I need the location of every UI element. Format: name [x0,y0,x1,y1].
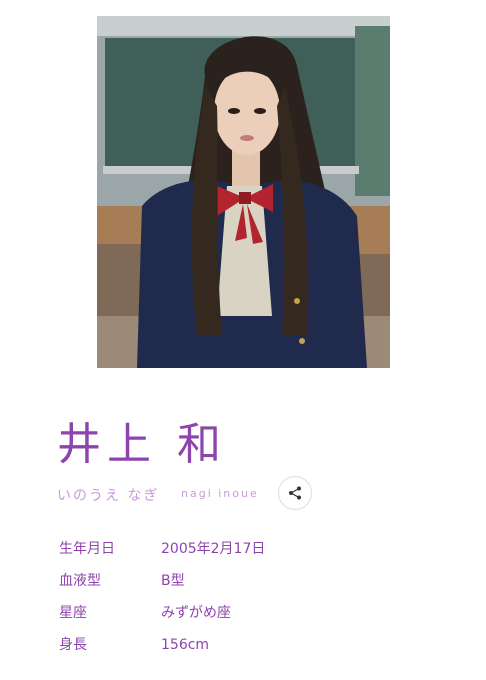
share-button[interactable] [278,476,312,510]
profile-photo [97,16,390,368]
share-icon [289,486,301,500]
profile-details: 生年月日 2005年2月17日 血液型 B型 星座 みずがめ座 身長 156cm [59,538,439,666]
profile-row-height: 身長 156cm [59,634,439,666]
height-label: 身長 [59,637,87,653]
profile-row-birthdate: 生年月日 2005年2月17日 [59,538,439,570]
blood-type-label: 血液型 [59,573,101,589]
profile-name: 井上 和 [57,418,227,472]
birthdate-value: 2005年2月17日 [161,541,266,557]
constellation-label: 星座 [59,605,87,621]
height-value: 156cm [161,637,210,653]
profile-row-constellation: 星座 みずがめ座 [59,602,439,634]
name-romaji: nagi inoue [181,487,259,500]
blood-type-value: B型 [161,573,185,589]
profile-photo-illustration [97,16,390,368]
name-kanji: 井上 和 [57,419,227,470]
birthdate-label: 生年月日 [59,541,115,557]
constellation-value: みずがめ座 [161,605,231,621]
profile-row-blood-type: 血液型 B型 [59,570,439,602]
name-kana: いのうえ なぎ [57,488,160,504]
